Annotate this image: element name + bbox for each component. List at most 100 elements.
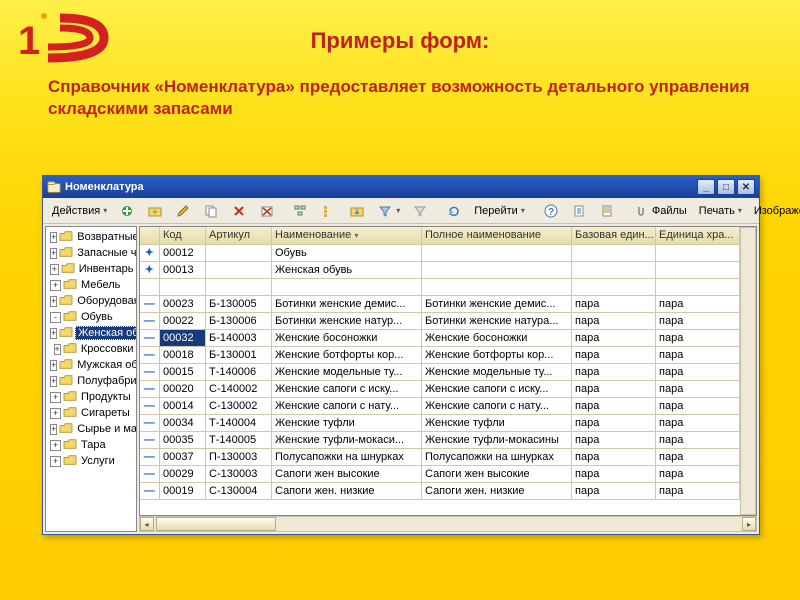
grid-cell[interactable]: пара: [656, 482, 740, 499]
tree-item[interactable]: +Полуфабрикаты: [48, 373, 136, 389]
tree-expander[interactable]: +: [50, 296, 57, 307]
filter-button[interactable]: ▾: [372, 201, 405, 221]
grid-cell[interactable]: —: [140, 448, 160, 465]
grid-cell[interactable]: Женские сапоги с нату...: [422, 397, 572, 414]
tree-expander[interactable]: +: [50, 328, 57, 339]
add-folder-button[interactable]: +: [142, 201, 168, 221]
tree-item[interactable]: +Мужская об: [48, 357, 136, 373]
grid-cell[interactable]: Б-130001: [206, 346, 272, 363]
tree-expander[interactable]: +: [50, 408, 61, 419]
grid-cell[interactable]: [656, 244, 740, 261]
clear-filter-button[interactable]: [407, 201, 433, 221]
add-button[interactable]: [114, 201, 140, 221]
grid-cell[interactable]: Сапоги жен высокие: [422, 465, 572, 482]
table-row[interactable]: —00032Б-140003Женские босоножкиЖенские б…: [140, 329, 740, 346]
grid-cell[interactable]: [422, 261, 572, 278]
grid-cell[interactable]: Женские босоножки: [422, 329, 572, 346]
grid-cell[interactable]: пара: [572, 414, 656, 431]
tree-item[interactable]: +Мебель: [48, 277, 136, 293]
grid-cell[interactable]: [422, 244, 572, 261]
table-row[interactable]: —00020С-140002Женские сапоги с иску...Же…: [140, 380, 740, 397]
grid-cell[interactable]: [572, 278, 656, 295]
close-button[interactable]: ✕: [737, 179, 755, 195]
grid-cell[interactable]: пара: [656, 346, 740, 363]
tree-expander[interactable]: +: [50, 280, 61, 291]
tree-item[interactable]: +Оборудование: [48, 293, 136, 309]
tree-item[interactable]: +Женская об: [48, 325, 136, 341]
grid-cell[interactable]: [272, 278, 422, 295]
grid-cell[interactable]: —: [140, 329, 160, 346]
window-titlebar[interactable]: Номенклатура _ □ ✕: [43, 176, 759, 198]
grid-cell[interactable]: 00037: [160, 448, 206, 465]
grid-cell[interactable]: Женские сапоги с иску...: [272, 380, 422, 397]
grid-cell[interactable]: Сапоги жен. низкие: [272, 482, 422, 499]
goto-menu[interactable]: Перейти ▾: [469, 201, 530, 221]
grid-cell[interactable]: 00020: [160, 380, 206, 397]
grid-cell[interactable]: С-130004: [206, 482, 272, 499]
table-row[interactable]: —00015Т-140006Женские модельные ту...Жен…: [140, 363, 740, 380]
table-row[interactable]: —00037П-130003Полусапожки на шнуркахПолу…: [140, 448, 740, 465]
grid-cell[interactable]: Женские модельные ту...: [422, 363, 572, 380]
grid-cell[interactable]: Женские сапоги с нату...: [272, 397, 422, 414]
grid-horizontal-scrollbar[interactable]: ◂ ▸: [139, 516, 758, 532]
table-row[interactable]: —00035Т-140005Женские туфли-мокаси...Жен…: [140, 431, 740, 448]
tree-expander[interactable]: +: [50, 360, 57, 371]
grid-column-header[interactable]: [140, 227, 160, 244]
grid-cell[interactable]: Женские ботфорты кор...: [272, 346, 422, 363]
tree-item[interactable]: +Сигареты: [48, 405, 136, 421]
tree-expander[interactable]: +: [50, 376, 57, 387]
view-list-button[interactable]: [316, 201, 342, 221]
grid-cell[interactable]: пара: [572, 380, 656, 397]
tree-expander[interactable]: +: [50, 264, 59, 275]
tree-item[interactable]: +Запасные части: [48, 245, 136, 261]
grid-cell[interactable]: 00012: [160, 244, 206, 261]
grid-cell[interactable]: пара: [572, 482, 656, 499]
grid-cell[interactable]: Женские босоножки: [272, 329, 422, 346]
grid-cell[interactable]: Т-140005: [206, 431, 272, 448]
grid-cell[interactable]: пара: [656, 448, 740, 465]
grid-cell[interactable]: С-130003: [206, 465, 272, 482]
grid-cell[interactable]: —: [140, 465, 160, 482]
table-row[interactable]: —00034Т-140004Женские туфлиЖенские туфли…: [140, 414, 740, 431]
grid-cell[interactable]: ✦: [140, 244, 160, 261]
grid-cell[interactable]: пара: [656, 312, 740, 329]
grid-cell[interactable]: Ботинки женские натур...: [272, 312, 422, 329]
grid-column-header[interactable]: Код: [160, 227, 206, 244]
mark-button[interactable]: [254, 201, 280, 221]
grid-cell[interactable]: пара: [572, 346, 656, 363]
grid-cell[interactable]: Женские ботфорты кор...: [422, 346, 572, 363]
grid-cell[interactable]: —: [140, 482, 160, 499]
grid-cell[interactable]: [572, 244, 656, 261]
grid-cell[interactable]: Обувь: [272, 244, 422, 261]
delete-button[interactable]: [226, 201, 252, 221]
tree-expander[interactable]: +: [50, 232, 57, 243]
grid-cell[interactable]: Полусапожки на шнурках: [272, 448, 422, 465]
grid-cell[interactable]: пара: [572, 329, 656, 346]
grid-cell[interactable]: —: [140, 363, 160, 380]
table-row[interactable]: [140, 278, 740, 295]
grid-cell[interactable]: Т-140004: [206, 414, 272, 431]
grid-cell[interactable]: Б-130006: [206, 312, 272, 329]
image-button[interactable]: Изображение: [749, 201, 800, 221]
tree-expander[interactable]: +: [50, 424, 57, 435]
view-tree-button[interactable]: [288, 201, 314, 221]
table-row[interactable]: —00022Б-130006Ботинки женские натур...Бо…: [140, 312, 740, 329]
files-button[interactable]: Файлы: [628, 201, 692, 221]
grid-cell[interactable]: 00014: [160, 397, 206, 414]
tree-item[interactable]: +Инвентарь: [48, 261, 136, 277]
grid-cell[interactable]: Сапоги жен высокие: [272, 465, 422, 482]
actions-menu[interactable]: Действия ▾: [47, 201, 112, 221]
grid-cell[interactable]: [656, 278, 740, 295]
grid-cell[interactable]: Женские туфли-мокасины: [422, 431, 572, 448]
grid-column-header[interactable]: Артикул: [206, 227, 272, 244]
edit-button[interactable]: [170, 201, 196, 221]
grid-cell[interactable]: Б-140003: [206, 329, 272, 346]
tree-item[interactable]: -Обувь: [48, 309, 136, 325]
grid-cell[interactable]: пара: [572, 363, 656, 380]
grid-cell[interactable]: —: [140, 397, 160, 414]
grid-cell[interactable]: [206, 278, 272, 295]
grid-column-header[interactable]: Единица хра...: [656, 227, 740, 244]
grid-cell[interactable]: [140, 278, 160, 295]
grid-cell[interactable]: Ботинки женские демис...: [422, 295, 572, 312]
grid-cell[interactable]: пара: [656, 329, 740, 346]
